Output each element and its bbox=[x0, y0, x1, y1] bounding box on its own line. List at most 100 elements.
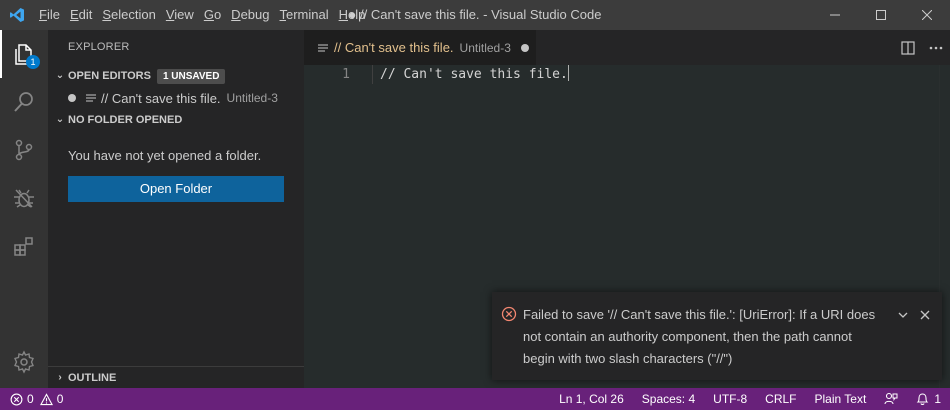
close-notification-button[interactable] bbox=[914, 304, 936, 326]
menu-label: dit bbox=[78, 7, 93, 22]
menu-view[interactable]: View bbox=[161, 0, 199, 30]
title-bar: File Edit Selection View Go Debug Termin… bbox=[0, 0, 950, 30]
open-editors-title: OPEN EDITORS bbox=[68, 70, 151, 82]
menu-mnemonic: E bbox=[69, 7, 79, 22]
feedback-icon bbox=[884, 392, 898, 405]
open-editor-label: // Can't save this file. bbox=[101, 90, 221, 106]
activity-extensions[interactable] bbox=[0, 222, 48, 270]
status-problems[interactable]: 0 0 bbox=[0, 392, 63, 406]
menu-help[interactable]: Help bbox=[334, 0, 371, 30]
warning-count: 0 bbox=[56, 392, 64, 406]
chevron-down-icon: ⌄ bbox=[55, 70, 65, 81]
settings-gear-icon bbox=[14, 350, 34, 374]
no-folder-title: NO FOLDER OPENED bbox=[68, 114, 183, 126]
menu-bar: File Edit Selection View Go Debug Termin… bbox=[34, 0, 370, 30]
menu-label: ebug bbox=[240, 7, 270, 22]
activity-bar: 1 bbox=[0, 30, 48, 388]
chevron-down-icon: ⌄ bbox=[55, 114, 65, 125]
notification-actions bbox=[892, 304, 936, 326]
menu-label: elp bbox=[348, 7, 366, 22]
minimize-icon bbox=[830, 14, 840, 16]
minimize-button[interactable] bbox=[812, 0, 858, 30]
no-folder-header[interactable]: ⌄ NO FOLDER OPENED bbox=[48, 109, 304, 131]
error-count-icon bbox=[10, 393, 23, 405]
activity-source-control[interactable] bbox=[0, 126, 48, 174]
activity-debug[interactable] bbox=[0, 174, 48, 222]
menu-mnemonic: F bbox=[39, 7, 47, 22]
notification-message: Failed to save '// Can't save this file.… bbox=[523, 307, 876, 366]
encoding[interactable]: UTF-8 bbox=[704, 388, 756, 410]
tab-description: Untitled-3 bbox=[459, 40, 511, 55]
cursor-position[interactable]: Ln 1, Col 26 bbox=[550, 388, 633, 410]
maximize-button[interactable] bbox=[858, 0, 904, 30]
close-icon bbox=[920, 310, 930, 320]
menu-go[interactable]: Go bbox=[199, 0, 226, 30]
code-line: 1 // Can't save this file. bbox=[304, 65, 950, 84]
menu-terminal[interactable]: Terminal bbox=[274, 0, 333, 30]
menu-label: o bbox=[213, 7, 222, 22]
activity-explorer[interactable]: 1 bbox=[0, 30, 48, 78]
warning-icon bbox=[39, 392, 53, 405]
menu-label: erminal bbox=[285, 7, 329, 22]
menu-selection[interactable]: Selection bbox=[97, 0, 160, 30]
unsaved-dot-icon[interactable] bbox=[520, 43, 529, 52]
menu-mnemonic: G bbox=[203, 7, 214, 22]
outline-header[interactable]: › OUTLINE bbox=[48, 366, 304, 388]
no-folder-message: You have not yet opened a folder. bbox=[68, 148, 262, 163]
indentation[interactable]: Spaces: 4 bbox=[633, 388, 704, 410]
menu-debug[interactable]: Debug bbox=[226, 0, 274, 30]
maximize-icon bbox=[876, 10, 886, 20]
status-bar: 0 0 Ln 1, Col 26 Spaces: 4 UTF-8 CRLF Pl… bbox=[0, 388, 950, 410]
editor-actions bbox=[894, 30, 950, 65]
error-icon bbox=[501, 306, 517, 322]
unsaved-dot-icon[interactable] bbox=[68, 94, 76, 102]
menu-file[interactable]: File bbox=[34, 0, 65, 30]
feedback-button[interactable] bbox=[875, 392, 907, 406]
ellipsis-icon bbox=[929, 46, 943, 49]
close-window-button[interactable] bbox=[904, 0, 950, 30]
error-notification: Failed to save '// Can't save this file.… bbox=[492, 292, 942, 380]
extensions-icon bbox=[14, 237, 33, 256]
text-file-icon bbox=[318, 44, 328, 51]
split-editor-button[interactable] bbox=[894, 34, 922, 62]
end-of-line[interactable]: CRLF bbox=[756, 388, 805, 410]
open-folder-button[interactable]: Open Folder bbox=[68, 176, 284, 202]
line-content[interactable]: // Can't save this file. bbox=[380, 65, 569, 84]
source-control-icon bbox=[15, 139, 33, 161]
debug-icon bbox=[14, 189, 34, 208]
sidebar-title: EXPLORER bbox=[68, 41, 130, 53]
explorer-badge: 1 bbox=[26, 55, 40, 69]
collapse-notification-button[interactable] bbox=[892, 304, 914, 326]
bell-icon bbox=[916, 393, 929, 406]
activity-search[interactable] bbox=[0, 78, 48, 126]
sidebar-explorer: EXPLORER ⌄ OPEN EDITORS 1 UNSAVED // Can… bbox=[48, 30, 304, 388]
notification-count: 1 bbox=[934, 392, 941, 406]
chevron-down-icon bbox=[898, 312, 908, 318]
split-editor-icon bbox=[901, 40, 915, 55]
line-number: 1 bbox=[342, 67, 350, 82]
menu-mnemonic: S bbox=[102, 7, 112, 22]
window-controls bbox=[812, 0, 950, 30]
language-mode[interactable]: Plain Text bbox=[806, 388, 876, 410]
menu-mnemonic: D bbox=[231, 7, 241, 22]
status-right: Ln 1, Col 26 Spaces: 4 UTF-8 CRLF Plain … bbox=[550, 388, 950, 410]
open-editor-item[interactable]: // Can't save this file. Untitled-3 bbox=[48, 87, 304, 109]
close-icon bbox=[922, 10, 932, 20]
open-editor-description: Untitled-3 bbox=[226, 91, 278, 105]
open-editors-header[interactable]: ⌄ OPEN EDITORS 1 UNSAVED bbox=[48, 65, 304, 87]
notifications-button[interactable]: 1 bbox=[907, 388, 950, 410]
vscode-logo-icon bbox=[0, 0, 34, 30]
menu-mnemonic: H bbox=[338, 7, 348, 22]
menu-label: iew bbox=[174, 7, 194, 22]
editor-tab[interactable]: // Can't save this file. Untitled-3 bbox=[304, 30, 536, 65]
menu-edit[interactable]: Edit bbox=[65, 0, 97, 30]
error-count: 0 bbox=[27, 392, 34, 406]
text-cursor bbox=[567, 65, 569, 81]
text-file-icon bbox=[86, 94, 96, 102]
line-text: // Can't save this file. bbox=[380, 67, 568, 82]
more-actions-button[interactable] bbox=[922, 34, 950, 62]
activity-manage[interactable] bbox=[0, 338, 48, 386]
chevron-right-icon: › bbox=[58, 371, 62, 383]
outline-title: OUTLINE bbox=[68, 371, 117, 384]
tab-label: // Can't save this file. bbox=[334, 40, 454, 55]
